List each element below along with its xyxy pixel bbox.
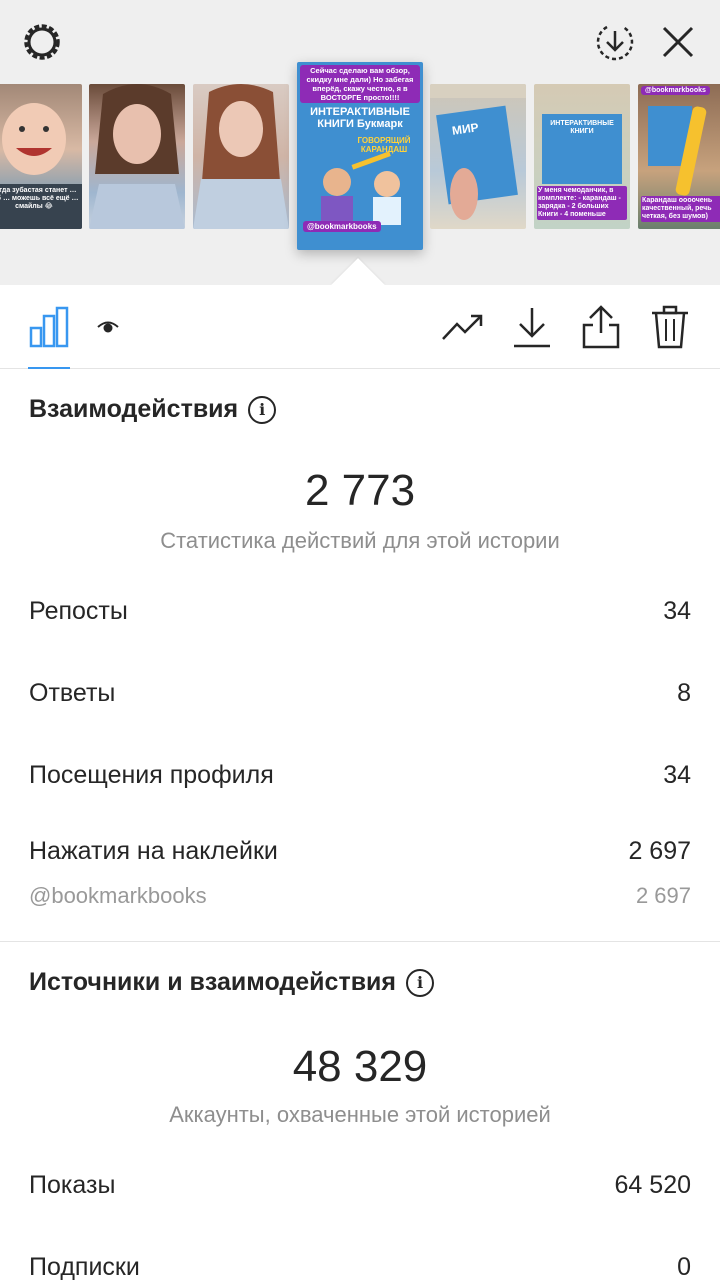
insights-toolbar — [0, 285, 720, 369]
stat-row-profile-visits: Посещения профиля 34 — [29, 761, 691, 790]
stat-value: 0 — [677, 1253, 691, 1280]
download-circle-icon[interactable] — [591, 18, 639, 66]
sticker-mention-value: 2 697 — [635, 883, 691, 908]
story-thumb-5[interactable]: МИР — [430, 84, 526, 229]
stat-value: 34 — [663, 761, 691, 789]
stat-value: 2 697 — [628, 837, 691, 865]
stat-row-sticker-taps: Нажатия на наклейки 2 697 — [29, 837, 691, 866]
story-caption: Карандаш оооочень качественный, речь чет… — [641, 196, 720, 222]
story-thumb-6[interactable]: ИНТЕРАКТИВНЫЕ КНИГИ У меня чемоданчик, в… — [534, 84, 630, 229]
interactions-section: Взаимодействия i 2 773 Статистика действ… — [0, 369, 720, 941]
story-thumb-active[interactable]: Сейчас сделаю вам обзор, скидку мне дали… — [297, 62, 423, 250]
stat-label: Нажатия на наклейки — [29, 837, 278, 865]
discovery-total-label: Аккаунты, охваченные этой историей — [169, 1102, 551, 1127]
stat-label: Показы — [29, 1171, 116, 1199]
stat-row-replies: Ответы 8 — [29, 679, 691, 708]
story-thumb-1[interactable]: когда зубастая станет … зуб … можешь всё… — [0, 84, 82, 229]
eye-icon[interactable] — [86, 305, 130, 349]
stat-value: 64 520 — [614, 1171, 691, 1199]
story-thumb-2[interactable] — [89, 84, 185, 229]
section-title: Источники и взаимодействия i — [29, 968, 435, 997]
story-caption: когда зубастая станет … зуб … можешь всё… — [0, 187, 79, 210]
section-title: Взаимодействия i — [29, 395, 277, 424]
story-thumbnails: когда зубастая станет … зуб … можешь всё… — [0, 62, 720, 254]
story-thumb-7[interactable]: @bookmarkbooks Карандаш оооочень качеств… — [638, 84, 720, 229]
close-icon[interactable] — [654, 18, 702, 66]
info-icon[interactable]: i — [248, 395, 277, 424]
interactions-total-label: Статистика действий для этой истории — [160, 528, 560, 553]
share-icon[interactable] — [579, 305, 623, 349]
story-mention-tag: @bookmarkbooks — [303, 221, 381, 232]
info-icon[interactable]: i — [406, 968, 435, 997]
stat-label: Подписки — [29, 1253, 140, 1280]
discovery-total: 48 329 — [292, 1042, 428, 1091]
book-title: ИНТЕРАКТИВНЫЕ КНИГИ — [550, 120, 614, 135]
stat-label: Посещения профиля — [29, 761, 274, 789]
trash-icon[interactable] — [648, 305, 692, 349]
story-strip-area: когда зубастая станет … зуб … можешь всё… — [0, 0, 720, 312]
settings-ring-icon[interactable] — [18, 18, 66, 66]
stat-row-sticker-mention[interactable]: @bookmarkbooks 2 697 — [29, 883, 691, 909]
stat-row-reposts: Репосты 34 — [29, 597, 691, 626]
bar-chart-icon[interactable] — [27, 305, 71, 349]
trending-arrow-icon[interactable] — [441, 305, 485, 349]
download-icon[interactable] — [510, 305, 554, 349]
stat-row-follows: Подписки 0 — [29, 1253, 691, 1280]
discovery-title: Источники и взаимодействия — [29, 968, 397, 996]
stat-label: Ответы — [29, 679, 116, 707]
story-thumb-3[interactable] — [193, 84, 289, 229]
interactions-title: Взаимодействия — [29, 395, 239, 423]
stat-value: 8 — [677, 679, 691, 707]
discovery-section: Источники и взаимодействия i 48 329 Акка… — [0, 942, 720, 1280]
stat-row-impressions: Показы 64 520 — [29, 1171, 691, 1200]
interactions-total: 2 773 — [304, 466, 416, 515]
sticker-mention-label: @bookmarkbooks — [29, 883, 207, 908]
stat-label: Репосты — [29, 597, 128, 625]
stat-value: 34 — [663, 597, 691, 625]
story-caption: У меня чемоданчик, в комплекте: - каранд… — [537, 186, 627, 220]
